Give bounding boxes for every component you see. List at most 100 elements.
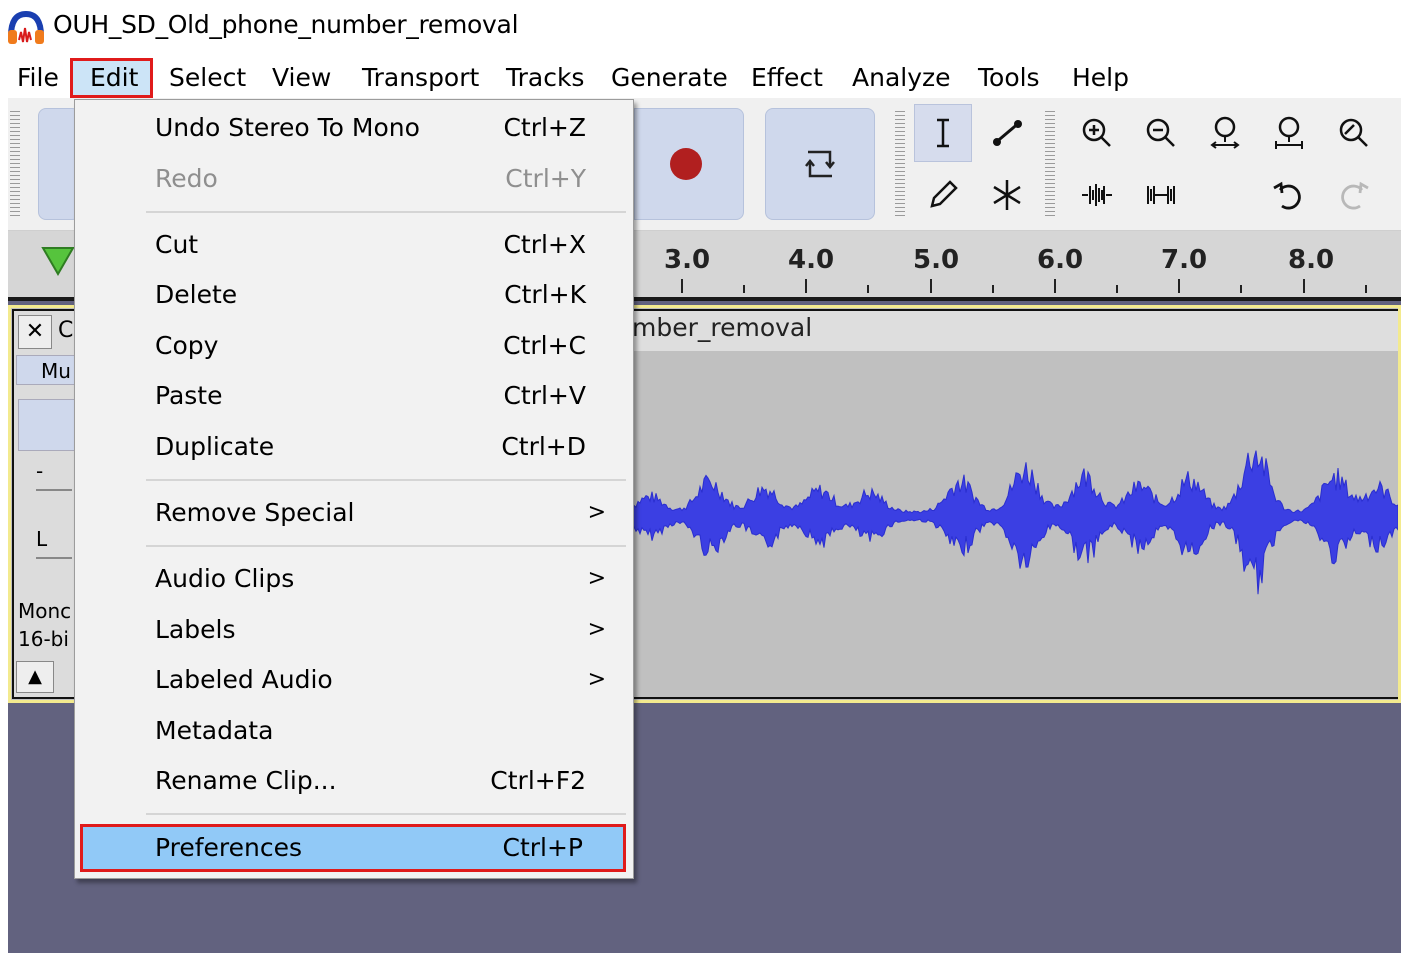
menu-labeled-audio[interactable]: Labeled Audio > bbox=[80, 657, 628, 703]
record-button[interactable] bbox=[634, 108, 744, 220]
menu-view[interactable]: View bbox=[268, 58, 335, 98]
menu-redo[interactable]: Redo Ctrl+Y bbox=[80, 156, 628, 202]
menu-separator bbox=[146, 479, 626, 481]
menu-select[interactable]: Select bbox=[165, 58, 250, 98]
menu-duplicate-label: Duplicate bbox=[155, 432, 275, 461]
menu-audio-clips[interactable]: Audio Clips > bbox=[80, 556, 628, 602]
mute-button[interactable]: Mu bbox=[16, 355, 76, 385]
menu-labeled-audio-label: Labeled Audio bbox=[155, 665, 333, 694]
menu-effect[interactable]: Effect bbox=[747, 58, 827, 98]
menu-help[interactable]: Help bbox=[1068, 58, 1133, 98]
menu-preferences-shortcut: Ctrl+P bbox=[502, 833, 583, 862]
trim-audio-button[interactable] bbox=[1068, 166, 1126, 224]
zoom-toggle-icon bbox=[1339, 118, 1368, 147]
ruler-tick bbox=[681, 279, 683, 293]
undo-icon bbox=[1273, 181, 1301, 210]
ruler-tick bbox=[1240, 285, 1242, 293]
track-control-panel[interactable]: ✕ C Mu - L Monc 16-bi ▲ bbox=[14, 311, 76, 697]
menu-delete-label: Delete bbox=[155, 280, 238, 309]
menu-duplicate-shortcut: Ctrl+D bbox=[501, 432, 586, 461]
track-name-button[interactable]: C bbox=[58, 315, 73, 347]
undo-button[interactable] bbox=[1260, 166, 1318, 224]
menu-separator bbox=[146, 813, 626, 815]
ruler-tick bbox=[1303, 279, 1305, 293]
pan-slider[interactable] bbox=[36, 557, 72, 559]
ruler-tick bbox=[930, 279, 932, 293]
ruler-tick bbox=[805, 279, 807, 293]
menu-tools[interactable]: Tools bbox=[974, 58, 1044, 98]
redo-button[interactable] bbox=[1324, 166, 1382, 224]
selection-tool-icon bbox=[937, 118, 949, 148]
menu-delete-shortcut: Ctrl+K bbox=[504, 280, 586, 309]
zoom-in-button[interactable] bbox=[1068, 104, 1126, 162]
submenu-arrow-icon: > bbox=[587, 500, 606, 525]
draw-tool-button[interactable] bbox=[914, 166, 972, 224]
track-close-button[interactable]: ✕ bbox=[18, 315, 52, 349]
gain-label: - bbox=[36, 459, 44, 483]
envelope-tool-button[interactable] bbox=[978, 104, 1036, 162]
menu-rename-clip-shortcut: Ctrl+F2 bbox=[490, 766, 586, 795]
menu-generate[interactable]: Generate bbox=[607, 58, 732, 98]
ruler-tick bbox=[743, 285, 745, 293]
fit-selection-button[interactable] bbox=[1196, 104, 1254, 162]
ruler-tick bbox=[992, 285, 994, 293]
ruler-tick-label: 8.0 bbox=[1288, 245, 1335, 275]
menu-cut-shortcut: Ctrl+X bbox=[503, 230, 586, 259]
track-bitdepth: 16-bi bbox=[18, 627, 69, 651]
menu-cut[interactable]: Cut Ctrl+X bbox=[80, 222, 628, 268]
ruler-tick bbox=[1116, 285, 1118, 293]
menu-separator bbox=[146, 545, 626, 547]
ruler-tick-label: 6.0 bbox=[1037, 245, 1084, 275]
menu-undo[interactable]: Undo Stereo To Mono Ctrl+Z bbox=[80, 105, 628, 151]
solo-button[interactable] bbox=[18, 399, 76, 451]
toolbar-grip[interactable] bbox=[895, 108, 905, 218]
silence-audio-icon bbox=[1147, 186, 1175, 204]
ruler-tick-label: 3.0 bbox=[664, 245, 711, 275]
collapse-track-button[interactable]: ▲ bbox=[16, 661, 54, 693]
menu-tracks[interactable]: Tracks bbox=[502, 58, 588, 98]
menu-paste-label: Paste bbox=[155, 381, 223, 410]
clip-title: mber_removal bbox=[632, 313, 813, 342]
gain-slider[interactable] bbox=[36, 489, 72, 491]
menu-rename-clip[interactable]: Rename Clip... Ctrl+F2 bbox=[80, 758, 628, 804]
toolbar-grip[interactable] bbox=[1045, 108, 1055, 218]
silence-audio-button[interactable] bbox=[1132, 166, 1190, 224]
menu-duplicate[interactable]: Duplicate Ctrl+D bbox=[80, 424, 628, 470]
menu-transport[interactable]: Transport bbox=[358, 58, 483, 98]
record-icon bbox=[670, 148, 702, 180]
menu-labels[interactable]: Labels > bbox=[80, 607, 628, 653]
menu-remove-special[interactable]: Remove Special > bbox=[80, 490, 628, 536]
menu-redo-shortcut: Ctrl+Y bbox=[505, 164, 586, 193]
menu-delete[interactable]: Delete Ctrl+K bbox=[80, 272, 628, 318]
loop-button[interactable] bbox=[765, 108, 875, 220]
toolbar-grip[interactable] bbox=[10, 108, 20, 218]
fit-project-button[interactable] bbox=[1260, 104, 1318, 162]
zoom-in-icon bbox=[1082, 118, 1111, 147]
menu-preferences-label: Preferences bbox=[155, 833, 303, 862]
menu-remove-special-label: Remove Special bbox=[155, 498, 355, 527]
menu-analyze[interactable]: Analyze bbox=[848, 58, 955, 98]
zoom-out-button[interactable] bbox=[1132, 104, 1190, 162]
zoom-out-icon bbox=[1146, 118, 1175, 147]
multi-tool-icon bbox=[993, 180, 1021, 210]
menu-paste[interactable]: Paste Ctrl+V bbox=[80, 373, 628, 419]
menu-copy-shortcut: Ctrl+C bbox=[503, 331, 586, 360]
window-title: OUH_SD_Old_phone_number_removal bbox=[53, 10, 519, 39]
menu-preferences[interactable]: Preferences Ctrl+P bbox=[80, 824, 626, 872]
menu-undo-label: Undo Stereo To Mono bbox=[155, 113, 420, 142]
pan-label: L bbox=[36, 527, 48, 551]
menu-copy[interactable]: Copy Ctrl+C bbox=[80, 323, 628, 369]
menu-metadata[interactable]: Metadata bbox=[80, 708, 628, 754]
submenu-arrow-icon: > bbox=[587, 667, 606, 692]
menu-cut-label: Cut bbox=[155, 230, 199, 259]
menu-file[interactable]: File bbox=[13, 58, 63, 98]
ruler-tick-label: 4.0 bbox=[788, 245, 835, 275]
menu-audio-clips-label: Audio Clips bbox=[155, 564, 295, 593]
fit-selection-icon bbox=[1210, 116, 1240, 149]
selection-tool-button[interactable] bbox=[914, 104, 972, 162]
multi-tool-button[interactable] bbox=[978, 166, 1036, 224]
audio-waveform[interactable] bbox=[630, 351, 1398, 697]
menu-edit[interactable]: Edit bbox=[70, 58, 153, 98]
trim-audio-icon bbox=[1082, 184, 1112, 206]
zoom-toggle-button[interactable] bbox=[1324, 104, 1382, 162]
